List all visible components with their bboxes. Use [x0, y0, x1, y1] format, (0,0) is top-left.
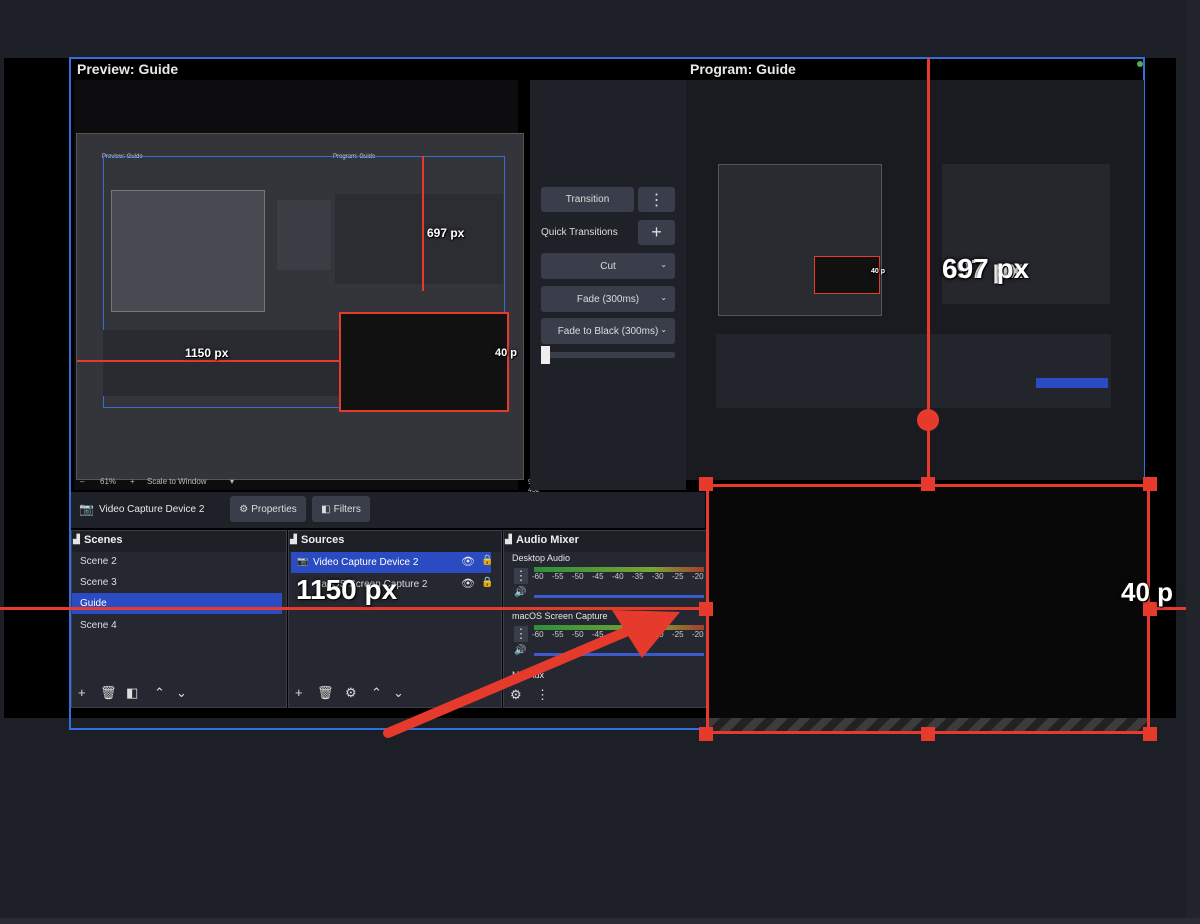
tick-label: -45	[592, 572, 604, 581]
right-measurement: 40 p	[1121, 577, 1174, 607]
nested-program-image: 697 px 40 p	[690, 158, 1138, 410]
filter-icon: ◧	[321, 503, 331, 515]
nested-program-dark-box	[814, 256, 880, 294]
program-title: Program: Guide	[690, 61, 796, 77]
tick-label: -40	[612, 572, 624, 581]
add-scene-icon[interactable]: +	[78, 685, 86, 701]
preview-status-row: – 61% + Scale to Window ▾ 909 432	[80, 477, 540, 494]
scene-item[interactable]: Scene 4	[72, 615, 284, 636]
lock-icon[interactable]: 🔒	[481, 577, 493, 588]
annotation-arrow-icon	[383, 610, 680, 738]
resize-handle[interactable]	[699, 477, 713, 491]
bottom-strip	[0, 918, 1200, 924]
scene-item[interactable]: Scene 2	[72, 551, 284, 572]
properties-button[interactable]: ⚙ Properties	[230, 496, 306, 522]
quick-transition-fade[interactable]: Fade (300ms) ⌄	[541, 286, 675, 312]
scale-mode[interactable]: Scale to Window	[147, 477, 207, 486]
scene-item-selected[interactable]: Guide	[72, 593, 282, 614]
filters-button[interactable]: ◧ Filters	[312, 496, 370, 522]
zoom-value: 61%	[100, 477, 117, 486]
right-scrollbar[interactable]	[1186, 0, 1200, 918]
tick-label: -20	[692, 572, 704, 581]
scene-filter-icon[interactable]: ◧	[126, 685, 138, 701]
transition-button[interactable]: Transition	[541, 187, 634, 212]
resize-handle[interactable]	[1143, 477, 1157, 491]
tick-label: -35	[632, 572, 644, 581]
tick-label: -30	[652, 572, 664, 581]
filters-label: Filters	[333, 503, 361, 515]
tbar-track[interactable]	[541, 352, 675, 358]
chevron-down-icon: ⌄	[660, 325, 667, 334]
nested-dark-box	[339, 312, 509, 412]
audio-mixer-title: Audio Mixer	[504, 531, 706, 552]
camera-icon: 📷	[297, 556, 309, 566]
properties-label: Properties	[251, 503, 297, 515]
visibility-eye-icon[interactable]: 👁	[461, 555, 475, 568]
visibility-eye-icon[interactable]: 👁	[461, 577, 475, 590]
zoom-decrease-icon[interactable]: –	[80, 477, 84, 486]
speaker-icon[interactable]: 🔊	[514, 587, 526, 598]
resize-handle[interactable]	[921, 727, 935, 741]
delete-source-icon[interactable]: 🗑	[317, 685, 334, 701]
scenes-dock: Scenes Scene 2 Scene 3 Guide Scene 4 + 🗑…	[71, 530, 287, 708]
camera-icon: 📷	[79, 502, 94, 516]
selected-source-name: Video Capture Device 2	[99, 504, 205, 515]
selected-source-box[interactable]	[706, 484, 1150, 734]
channel-menu-icon[interactable]: ⋮	[514, 568, 528, 584]
mixer-dock-icon: ▟	[505, 534, 512, 544]
delete-scene-icon[interactable]: 🗑	[100, 685, 117, 701]
quick-transition-label: Fade (300ms)	[576, 293, 640, 305]
tick-label: -60	[532, 572, 544, 581]
resize-handle[interactable]	[921, 477, 935, 491]
tick-label: -25	[672, 572, 684, 581]
scenes-dock-icon: ▟	[73, 534, 80, 544]
quick-transitions-label: Quick Transitions	[541, 227, 618, 238]
nested-transition-panel	[277, 200, 331, 270]
sources-title: Sources	[289, 531, 501, 552]
chevron-down-icon: ⌄	[660, 293, 667, 302]
channel-name: Desktop Audio	[512, 553, 571, 563]
add-quick-transition-icon[interactable]: +	[638, 220, 675, 245]
nested-preview-image: Preview: Guide Program: Guide 697 px 115…	[76, 133, 524, 480]
resize-handle[interactable]	[1143, 727, 1157, 741]
nested-program-panel	[335, 194, 503, 284]
meter-ticks: -60 -55 -50 -45 -40 -35 -30 -25 -20	[532, 572, 706, 582]
resize-dot[interactable]	[1137, 61, 1143, 67]
nested-height-label: 697 px	[427, 226, 465, 240]
nested-program-right-label: 40 p	[871, 268, 886, 275]
chevron-down-icon: ⌄	[660, 260, 667, 269]
scenes-title: Scenes	[72, 531, 286, 552]
transition-menu-icon[interactable]: ⋮	[638, 187, 675, 212]
scale-dropdown-icon[interactable]: ▾	[230, 477, 234, 486]
source-properties-gear-icon[interactable]: ⚙	[345, 685, 357, 701]
zoom-increase-icon[interactable]: +	[130, 477, 135, 486]
source-item-label: Video Capture Device 2	[313, 557, 419, 568]
lock-icon[interactable]: 🔒	[481, 555, 493, 566]
tick-label: -55	[552, 572, 564, 581]
tick-label: -50	[572, 572, 584, 581]
tbar-handle[interactable]	[541, 346, 550, 364]
scene-item[interactable]: Scene 3	[72, 572, 284, 593]
add-source-icon[interactable]: +	[295, 685, 303, 701]
nested-preview-box	[111, 190, 265, 312]
quick-transition-fade-black[interactable]: Fade to Black (300ms) ⌄	[541, 318, 675, 344]
nested-right-label: 40 p	[495, 347, 518, 359]
sources-dock-icon: ▟	[290, 534, 297, 544]
height-measurement: 697 px	[942, 253, 1030, 284]
volume-slider[interactable]	[534, 595, 704, 598]
nested-program-dock	[716, 334, 1111, 408]
transition-panel	[530, 80, 686, 490]
preview-title: Preview: Guide	[77, 61, 179, 77]
gear-icon: ⚙	[239, 503, 249, 515]
nested-width-label: 1150 px	[185, 346, 229, 360]
guide-dot	[917, 409, 939, 431]
move-scene-down-icon[interactable]: ⌄	[176, 685, 187, 701]
move-scene-up-icon[interactable]: ⌃	[154, 685, 165, 701]
nested-program-studio-button	[1036, 378, 1108, 388]
quick-transition-label: Fade to Black (300ms)	[557, 325, 659, 337]
quick-transition-label: Cut	[600, 260, 616, 272]
quick-transition-cut[interactable]: Cut ⌄	[541, 253, 675, 279]
nested-dock-panels	[103, 330, 339, 396]
